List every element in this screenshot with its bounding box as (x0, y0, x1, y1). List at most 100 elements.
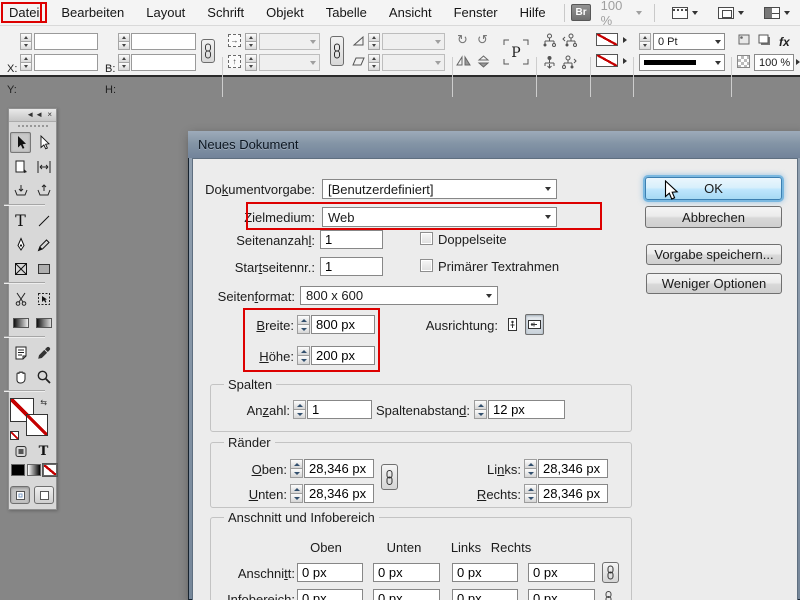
bleed-link-icon[interactable] (602, 562, 619, 583)
fill-color-none-swatch[interactable] (596, 33, 618, 46)
apply-gradient-button[interactable] (27, 464, 41, 476)
normal-view-mode-button[interactable] (10, 486, 30, 504)
slug-right-input[interactable] (528, 589, 595, 600)
rotate-cw-icon[interactable]: ↻ (457, 32, 468, 48)
slug-link-icon[interactable] (604, 591, 613, 600)
effects-fx-icon[interactable]: fx (779, 35, 790, 49)
rotate-ccw-icon[interactable]: ↺ (477, 32, 488, 48)
stroke-flyout-icon[interactable] (623, 58, 627, 64)
height-stepper[interactable] (118, 54, 130, 71)
tool-zoom[interactable] (33, 366, 54, 387)
opacity-icon[interactable] (737, 55, 750, 68)
swap-fill-stroke-icon[interactable]: ⇆ (40, 398, 47, 407)
tool-gradient-feather[interactable] (33, 312, 54, 333)
fill-flyout-icon[interactable] (623, 37, 627, 43)
margin-right-input[interactable] (538, 484, 608, 503)
default-fill-stroke-icon[interactable] (10, 431, 19, 440)
drop-shadow-icon[interactable] (757, 33, 772, 50)
rotation-dropdown[interactable] (382, 33, 445, 50)
margin-right-stepper[interactable] (524, 484, 537, 503)
tool-selection[interactable] (10, 132, 31, 153)
tool-pencil[interactable] (33, 234, 54, 255)
menu-tabelle[interactable]: Tabelle (315, 2, 378, 23)
stroke-swatch-none[interactable] (26, 414, 48, 436)
fewer-options-button[interactable]: Weniger Optionen (646, 273, 782, 294)
gutter-input[interactable] (488, 400, 565, 419)
menu-bearbeiten[interactable]: Bearbeiten (50, 2, 135, 23)
screen-mode-dropdown[interactable] (718, 6, 744, 19)
save-preset-button[interactable]: Vorgabe speichern... (646, 244, 782, 265)
margin-left-input[interactable] (538, 459, 608, 478)
menu-hilfe[interactable]: Hilfe (509, 2, 557, 23)
preview-mode-button[interactable] (34, 486, 54, 504)
scale-y-stepper[interactable] (245, 54, 257, 71)
x-input[interactable] (34, 33, 98, 50)
bridge-button[interactable]: Br (571, 4, 591, 21)
tool-scissors[interactable] (10, 288, 31, 309)
panel-grip[interactable] (18, 125, 48, 127)
width-input[interactable] (131, 33, 196, 50)
pages-input[interactable] (320, 230, 383, 249)
zoom-level-control[interactable]: 100 % (601, 0, 643, 28)
select-content-icon[interactable] (542, 55, 557, 72)
y-stepper[interactable] (20, 54, 32, 71)
gutter-stepper[interactable] (474, 400, 487, 419)
tool-line[interactable] (33, 210, 54, 231)
primary-text-frame-checkbox[interactable] (420, 259, 433, 272)
stroke-weight-dropdown[interactable]: 0 Pt (653, 33, 725, 50)
scale-x-stepper[interactable] (245, 33, 257, 50)
margin-top-stepper[interactable] (290, 459, 303, 478)
margin-top-input[interactable] (304, 459, 374, 478)
collapse-panel-icon[interactable]: ◄◄ (26, 110, 44, 119)
margin-left-stepper[interactable] (524, 459, 537, 478)
close-panel-icon[interactable]: × (47, 110, 53, 119)
stroke-style-dropdown[interactable] (639, 54, 725, 71)
tool-gap[interactable] (33, 156, 54, 177)
menu-schrift[interactable]: Schrift (196, 2, 255, 23)
bleed-left-input[interactable] (452, 563, 518, 582)
tool-content-collector[interactable] (10, 180, 31, 201)
bleed-bottom-input[interactable] (373, 563, 440, 582)
tool-free-transform[interactable] (33, 288, 54, 309)
apply-color-button[interactable] (11, 464, 25, 476)
slug-top-input[interactable] (297, 589, 363, 600)
tool-eyedropper[interactable] (33, 342, 54, 363)
corner-options-icon[interactable] (737, 33, 752, 50)
y-input[interactable] (34, 54, 98, 71)
stroke-weight-stepper[interactable] (639, 33, 651, 50)
tool-content-placer[interactable] (33, 180, 54, 201)
tool-page[interactable] (10, 156, 31, 177)
select-previous-icon[interactable] (562, 33, 577, 50)
width-stepper[interactable] (118, 33, 130, 50)
link-scale-icon[interactable] (330, 36, 344, 66)
margin-bottom-input[interactable] (304, 484, 374, 503)
tool-gradient[interactable] (10, 312, 31, 333)
x-stepper[interactable] (20, 33, 32, 50)
select-container-icon[interactable] (542, 33, 557, 50)
margins-link-icon[interactable] (381, 464, 398, 490)
shear-stepper[interactable] (368, 54, 380, 71)
scale-x-dropdown[interactable] (259, 33, 320, 50)
orientation-portrait-button[interactable] (503, 314, 522, 335)
page-size-dropdown[interactable]: 800 x 600 (300, 286, 498, 305)
menu-objekt[interactable]: Objekt (255, 2, 315, 23)
bleed-right-input[interactable] (528, 563, 595, 582)
menu-fenster[interactable]: Fenster (443, 2, 509, 23)
flip-horizontal-icon[interactable] (456, 55, 471, 70)
tool-pen[interactable] (10, 234, 31, 255)
margin-bottom-stepper[interactable] (290, 484, 303, 503)
relative-y-icon[interactable]: ↑ (228, 55, 241, 68)
orientation-landscape-button[interactable] (525, 314, 544, 335)
constrain-proportions-icon[interactable] (201, 39, 215, 63)
tool-direct-selection[interactable] (33, 132, 54, 153)
cancel-button[interactable]: Abbrechen (645, 206, 782, 228)
tool-hand[interactable] (10, 366, 31, 387)
tool-frame[interactable] (10, 258, 31, 279)
bleed-top-input[interactable] (297, 563, 363, 582)
formatting-affects-text-icon[interactable]: T (33, 442, 54, 460)
start-page-input[interactable] (320, 257, 383, 276)
facing-pages-checkbox[interactable] (420, 232, 433, 245)
arrange-documents-dropdown[interactable] (764, 6, 790, 19)
menu-layout[interactable]: Layout (135, 2, 196, 23)
tool-note[interactable] (10, 342, 31, 363)
